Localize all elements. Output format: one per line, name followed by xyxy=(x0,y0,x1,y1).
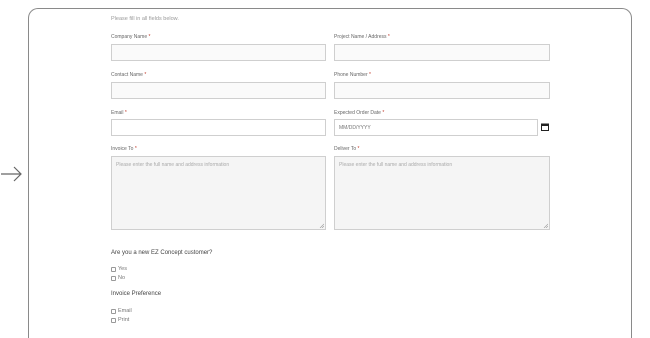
resize-grip-icon[interactable] xyxy=(543,223,548,228)
checkbox[interactable] xyxy=(111,317,116,323)
new-customer-question: Are you a new EZ Concept customer? xyxy=(111,250,213,256)
deliver-to-textarea[interactable]: Please enter the full name and address i… xyxy=(334,156,550,230)
invoice-to-label: Invoice To * xyxy=(111,146,137,152)
resize-grip-icon[interactable] xyxy=(319,223,324,228)
arrow-right-icon xyxy=(1,166,22,182)
project-name-input[interactable] xyxy=(334,44,550,61)
contact-name-input[interactable] xyxy=(111,82,326,99)
checkbox[interactable] xyxy=(111,275,116,281)
invoice-preference-option-print[interactable]: Print xyxy=(111,317,129,323)
invoice-to-placeholder: Please enter the full name and address i… xyxy=(116,162,230,168)
calendar-icon[interactable] xyxy=(541,123,549,131)
email-label: Email * xyxy=(111,110,127,116)
form-intro: Please fill in all fields below. xyxy=(111,16,179,22)
company-name-input[interactable] xyxy=(111,44,326,61)
company-name-label: Company Name * xyxy=(111,34,151,40)
phone-number-input[interactable] xyxy=(334,82,550,99)
checkbox[interactable] xyxy=(111,266,116,272)
invoice-preference-question: Invoice Preference xyxy=(111,291,162,297)
order-date-input[interactable] xyxy=(334,119,538,136)
phone-number-label: Phone Number * xyxy=(334,72,371,78)
deliver-to-placeholder: Please enter the full name and address i… xyxy=(339,162,453,168)
invoice-preference-option-email[interactable]: Email xyxy=(111,308,132,314)
email-input[interactable] xyxy=(111,119,326,136)
deliver-to-label: Deliver To * xyxy=(334,146,360,152)
new-customer-option-no[interactable]: No xyxy=(111,275,125,281)
invoice-to-textarea[interactable]: Please enter the full name and address i… xyxy=(111,156,326,230)
checkbox[interactable] xyxy=(111,308,116,314)
new-customer-option-yes[interactable]: Yes xyxy=(111,266,127,272)
order-date-label: Expected Order Date * xyxy=(334,110,385,116)
project-name-label: Project Name / Address * xyxy=(334,34,390,40)
contact-name-label: Contact Name * xyxy=(111,72,147,78)
